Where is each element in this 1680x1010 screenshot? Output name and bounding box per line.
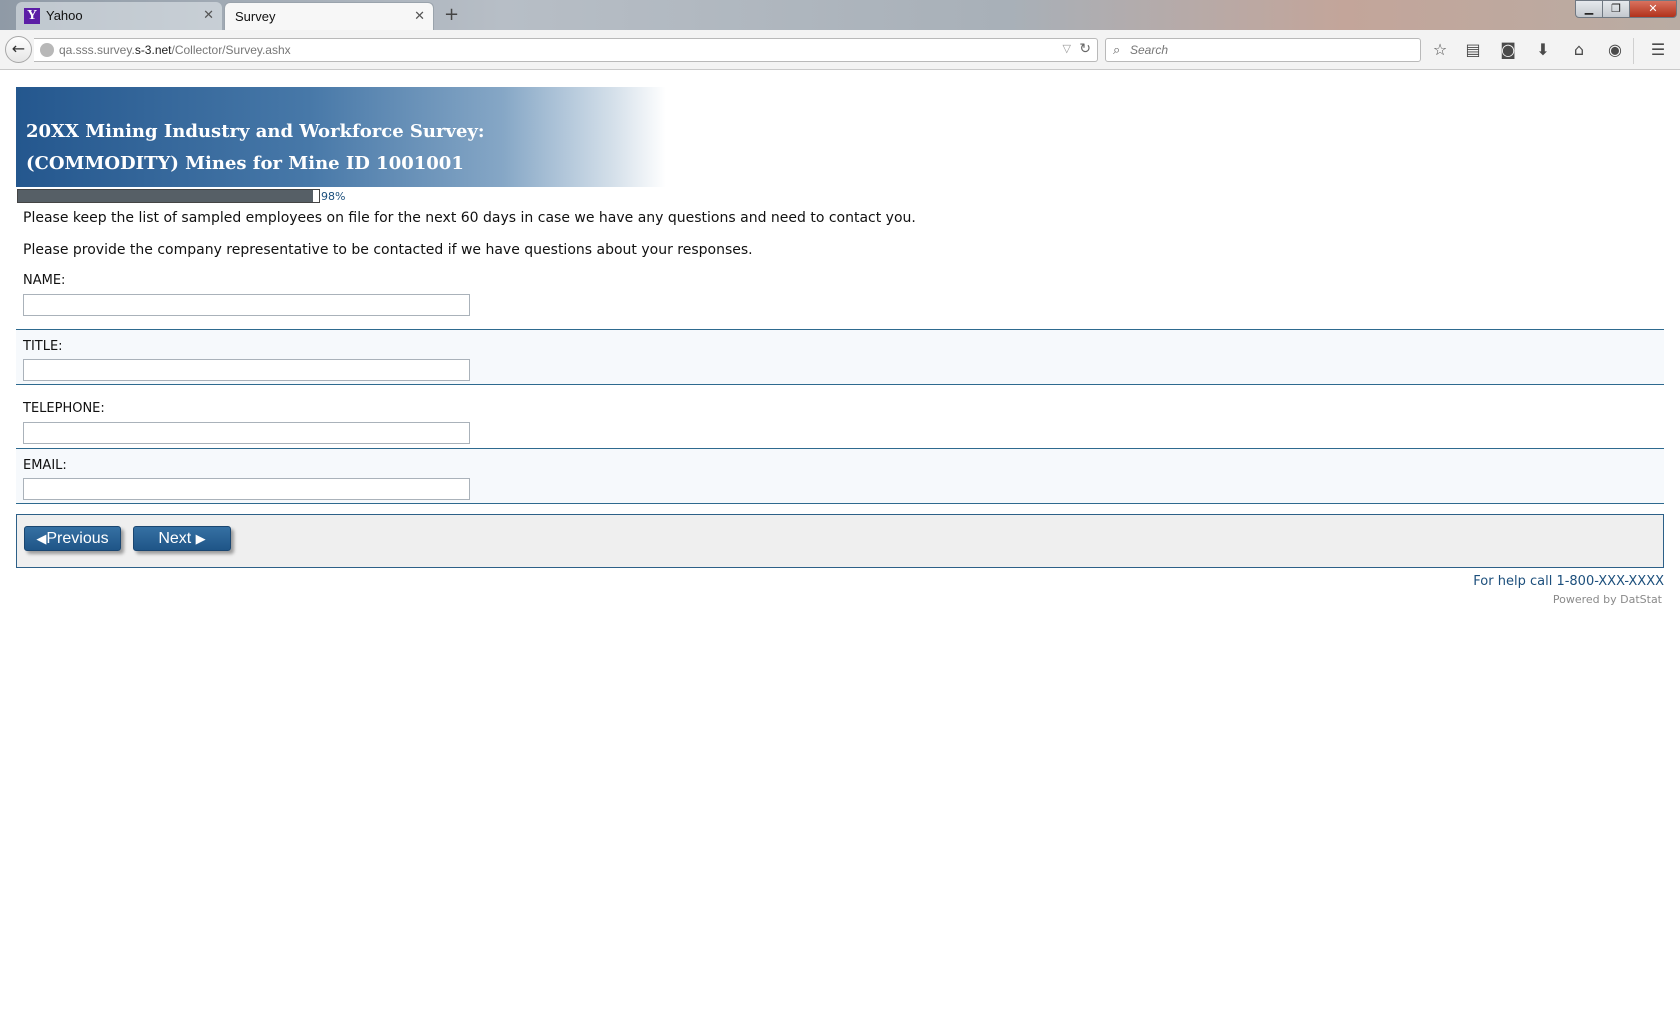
pocket-icon[interactable]: ◙ [1497,39,1519,61]
close-window-button[interactable]: ✕ [1629,0,1677,18]
survey-title: 20XX Mining Industry and Workforce Surve… [26,121,485,142]
address-bar[interactable]: qa.sss.survey.s-3.net/Collector/Survey.a… [34,38,1098,62]
progress-fill [18,190,313,202]
instruction-contact: Please provide the company representativ… [23,242,753,258]
site-info-icon[interactable] [40,43,54,57]
next-label: Next [158,530,192,547]
browser-toolbar: ← qa.sss.survey.s-3.net/Collector/Survey… [0,30,1680,70]
minimize-window-button[interactable]: ▁ [1575,0,1603,18]
email-input[interactable] [23,478,470,500]
maximize-window-button[interactable]: ❐ [1602,0,1630,18]
close-tab-icon[interactable]: ✕ [414,8,425,24]
downloads-icon[interactable]: ⬇ [1532,39,1554,61]
search-bar[interactable]: ⌕ Search [1105,38,1421,62]
url-text[interactable]: qa.sss.survey.s-3.net/Collector/Survey.a… [59,43,291,57]
tab-label: Survey [235,9,276,24]
progress-percent: 98% [321,190,346,203]
field-telephone: TELEPHONE: [16,385,1664,448]
reading-list-icon[interactable]: ▤ [1462,39,1484,61]
history-dropdown-icon[interactable]: ▽ [1063,42,1071,55]
tab-label: Yahoo [46,8,83,23]
search-input[interactable]: Search [1130,43,1168,57]
name-label: NAME: [23,273,66,288]
back-arrow-icon: ← [11,39,26,58]
telephone-input[interactable] [23,422,470,444]
close-tab-icon[interactable]: ✕ [203,7,214,23]
reload-icon[interactable]: ↻ [1079,40,1091,57]
bookmark-star-icon[interactable]: ☆ [1429,39,1451,61]
divider [16,503,1664,504]
previous-button[interactable]: ◀Previous [24,526,121,551]
powered-by-text: Powered by DatStat [1552,593,1662,606]
progress-bar [17,189,320,203]
previous-label: Previous [46,530,109,547]
chat-icon[interactable]: ◉ [1604,39,1626,61]
survey-page: 20XX Mining Industry and Workforce Surve… [16,87,1664,606]
search-icon: ⌕ [1113,42,1121,57]
right-triangle-icon: ▶ [195,531,206,546]
survey-navigation: ◀Previous Next ▶ [16,514,1664,568]
field-title: TITLE: [16,330,1664,384]
home-icon[interactable]: ⌂ [1568,39,1590,61]
instruction-keep-list: Please keep the list of sampled employee… [23,210,916,226]
survey-subtitle: (COMMODITY) Mines for Mine ID 1001001 [26,153,464,174]
toolbar-separator [1633,38,1634,64]
title-input[interactable] [23,359,470,381]
help-phone-text: For help call 1-800-XXX-XXXX [1473,574,1664,589]
tab-yahoo[interactable]: Y Yahoo ✕ [16,2,222,30]
back-button[interactable]: ← [5,36,32,63]
tab-survey[interactable]: Survey ✕ [224,2,434,30]
email-label: EMAIL: [23,458,67,473]
browser-tab-bar: Y Yahoo ✕ Survey ✕ + ▁ ❐ ✕ [0,0,1680,30]
new-tab-icon[interactable]: + [444,4,459,25]
left-triangle-icon: ◀ [36,531,47,546]
field-email: EMAIL: [16,449,1664,503]
yahoo-favicon-icon: Y [24,8,40,24]
survey-header-banner: 20XX Mining Industry and Workforce Surve… [16,87,666,187]
next-button[interactable]: Next ▶ [133,526,231,551]
title-label: TITLE: [23,339,63,354]
menu-icon[interactable]: ☰ [1647,39,1669,61]
name-input[interactable] [23,294,470,316]
telephone-label: TELEPHONE: [23,401,105,416]
field-name: NAME: [16,267,1664,317]
